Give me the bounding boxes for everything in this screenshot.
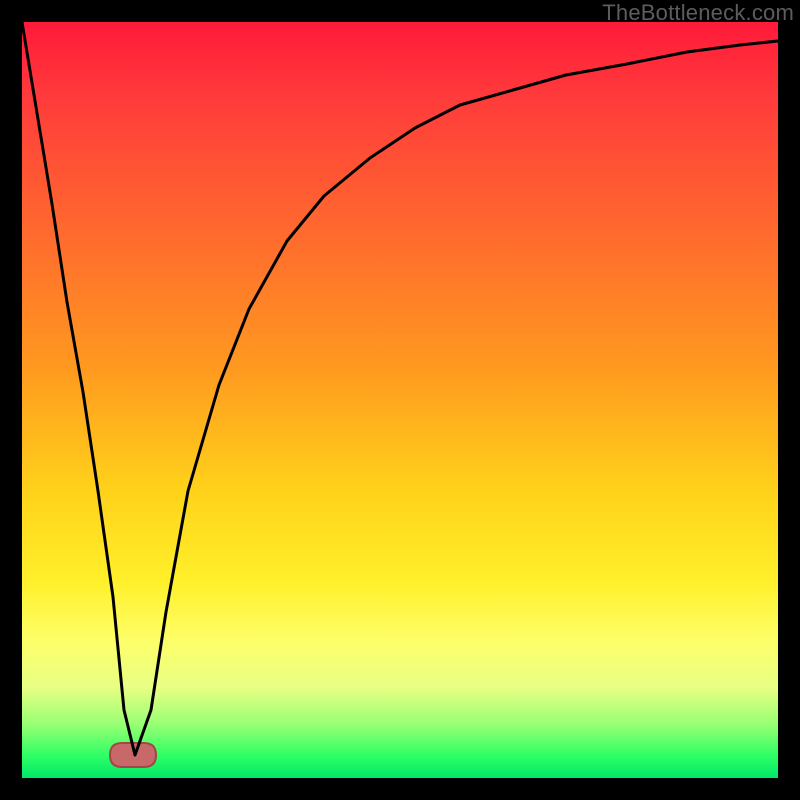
chart-svg [22, 22, 778, 778]
chart-frame: TheBottleneck.com [0, 0, 800, 800]
plot-area [22, 22, 778, 778]
watermark-text: TheBottleneck.com [602, 0, 794, 26]
bottleneck-curve [22, 22, 778, 755]
